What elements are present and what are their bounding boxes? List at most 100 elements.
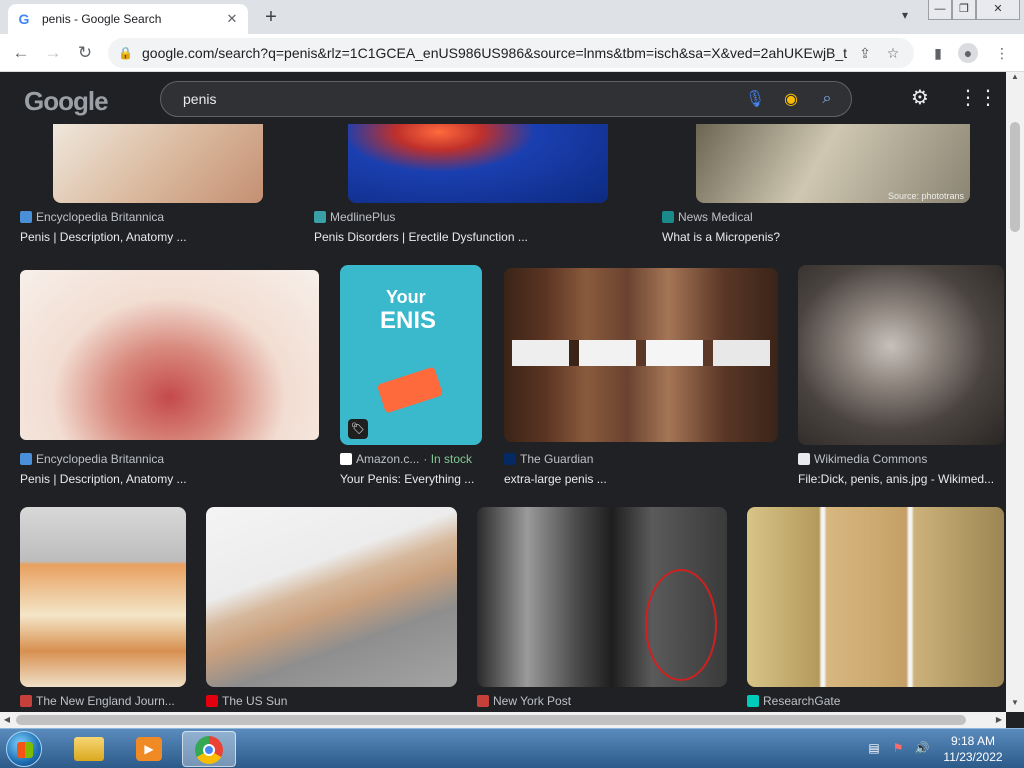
image-result[interactable]: Wikimedia Commons File:Dick, penis, anis… [798, 265, 1004, 491]
researchgate-icon [747, 695, 759, 707]
horizontal-scrollbar[interactable]: ◀ ▶ [0, 712, 1006, 728]
scroll-left-arrow-icon[interactable]: ◀ [0, 712, 14, 728]
britannica-icon [20, 211, 32, 223]
image-result[interactable]: The Guardian extra-large penis ... [504, 268, 780, 494]
result-caption[interactable]: File:Dick, penis, anis.jpg - Wikimed... [798, 472, 1000, 486]
guardian-icon [504, 453, 516, 465]
chrome-menu-icon[interactable]: ⋮ [992, 43, 1012, 63]
result-image[interactable] [504, 268, 778, 442]
close-window-icon[interactable]: ✕ [976, 0, 1020, 20]
vertical-scrollbar[interactable]: ▲ ▼ [1006, 72, 1024, 712]
media-player-icon: ▶ [136, 737, 162, 761]
search-icon[interactable]: ⌕ [813, 90, 841, 108]
scroll-up-arrow-icon[interactable]: ▲ [1006, 72, 1024, 86]
image-result[interactable]: New York Post [477, 507, 729, 712]
horizontal-scroll-thumb[interactable] [16, 715, 966, 725]
taskbar-chrome[interactable] [182, 731, 236, 767]
volume-icon[interactable]: 🔊 [914, 741, 930, 757]
google-favicon-icon: G [18, 11, 30, 27]
google-doodle-logo[interactable]: Google [24, 86, 109, 117]
address-bar[interactable]: 🔒 google.com/search?q=penis&rlz=1C1GCEA_… [108, 38, 914, 68]
new-tab-icon[interactable]: + [260, 6, 282, 28]
action-center-flag-icon[interactable]: ⚑ [890, 741, 906, 757]
us-sun-icon [206, 695, 218, 707]
clock-date: 11/23/2022 [943, 750, 1003, 764]
minimize-icon[interactable]: — [928, 0, 952, 20]
image-result[interactable]: MedlinePlus Penis Disorders | Erectile D… [314, 124, 644, 244]
image-result[interactable]: Encyclopedia Britannica Penis | Descript… [20, 124, 320, 244]
tab-strip: G penis - Google Search ✕ + ▾ — ❐ ✕ [0, 0, 1024, 34]
result-caption[interactable]: Penis | Description, Anatomy ... [20, 472, 310, 486]
share-icon[interactable]: ⇪ [854, 45, 876, 62]
google-header: Google 🎙 ◉ ⌕ ⚙ ⋮⋮⋮ [0, 72, 1018, 124]
in-stock-label: · In stock [423, 452, 473, 466]
windows-taskbar: ▶ ▤ ⚑ 🔊 9:18 AM 11/23/2022 [0, 728, 1024, 768]
close-tab-icon[interactable]: ✕ [224, 11, 240, 27]
medlineplus-icon [314, 211, 326, 223]
apps-grid-icon[interactable]: ⋮⋮⋮ [958, 86, 1018, 110]
network-icon[interactable]: ▤ [866, 741, 882, 757]
result-caption[interactable]: Penis Disorders | Erectile Dysfunction .… [314, 230, 634, 244]
browser-toolbar: ← → ↻ 🔒 google.com/search?q=penis&rlz=1C… [0, 34, 1024, 72]
xray-circle-annotation [645, 569, 717, 681]
bookmark-star-icon[interactable]: ☆ [882, 45, 904, 62]
search-box[interactable]: 🎙 ◉ ⌕ [160, 81, 852, 117]
result-caption[interactable]: Penis | Description, Anatomy ... [20, 230, 300, 244]
nypost-icon [477, 695, 489, 707]
book-title-line-1: Your [386, 287, 426, 307]
underwear-band [512, 340, 770, 366]
folder-icon [74, 737, 104, 761]
result-image[interactable] [53, 124, 263, 203]
system-clock[interactable]: 9:18 AM 11/23/2022 [934, 733, 1012, 765]
book-illustration [376, 366, 444, 414]
windows-logo-icon [17, 742, 33, 758]
price-tag-icon: 🏷 [348, 419, 368, 439]
result-caption[interactable]: Your Penis: Everything ... [340, 472, 480, 486]
taskbar-media-player[interactable]: ▶ [122, 731, 176, 767]
start-button[interactable] [6, 731, 42, 767]
image-result[interactable]: ResearchGate [747, 507, 1005, 712]
clock-time: 9:18 AM [950, 734, 996, 748]
result-caption[interactable]: extra-large penis ... [504, 472, 774, 486]
nejm-icon [20, 695, 32, 707]
image-results-grid: Encyclopedia Britannica Penis | Descript… [0, 124, 1006, 712]
result-caption[interactable]: What is a Micropenis? [662, 230, 982, 244]
url-text[interactable]: google.com/search?q=penis&rlz=1C1GCEA_en… [142, 45, 848, 61]
scroll-right-arrow-icon[interactable]: ▶ [992, 712, 1006, 728]
browser-tab[interactable]: G penis - Google Search ✕ [8, 4, 248, 34]
image-result[interactable]: Encyclopedia Britannica Penis | Descript… [20, 270, 320, 496]
lock-icon: 🔒 [118, 46, 133, 60]
settings-gear-icon[interactable]: ⚙ [908, 86, 932, 110]
image-result[interactable]: Your ENIS 🏷 Amazon.c... · In stock Your P… [340, 265, 490, 491]
scroll-down-arrow-icon[interactable]: ▼ [1006, 698, 1024, 712]
news-medical-icon [662, 211, 674, 223]
taskbar-explorer[interactable] [62, 731, 116, 767]
chrome-icon [195, 736, 223, 764]
result-image[interactable] [798, 265, 1004, 445]
result-image[interactable]: Source: phototrans [696, 124, 970, 203]
reload-icon[interactable]: ↻ [74, 42, 96, 64]
result-image[interactable] [477, 507, 727, 687]
restore-icon[interactable]: ❐ [952, 0, 976, 20]
result-image[interactable] [348, 124, 608, 203]
image-result[interactable]: The US Sun [206, 507, 462, 712]
result-image[interactable] [206, 507, 457, 687]
back-arrow-icon[interactable]: ← [10, 42, 32, 64]
result-image[interactable] [747, 507, 1004, 687]
forward-arrow-icon[interactable]: → [42, 42, 64, 64]
microphone-icon[interactable]: 🎙 [741, 89, 769, 109]
image-result[interactable]: The New England Journ... [20, 507, 190, 712]
tab-search-chevron-icon[interactable]: ▾ [896, 8, 914, 26]
result-image[interactable] [20, 507, 186, 687]
book-title-line-2: ENIS [380, 307, 437, 334]
vertical-scroll-thumb[interactable] [1010, 122, 1020, 232]
search-input[interactable] [181, 90, 733, 108]
wikimedia-icon [798, 453, 810, 465]
camera-lens-icon[interactable]: ◉ [777, 89, 805, 109]
result-image[interactable]: Your ENIS 🏷 [340, 265, 482, 445]
image-result[interactable]: Source: phototrans News Medical What is … [662, 124, 992, 244]
profile-avatar-icon[interactable]: ● [958, 43, 978, 63]
britannica-icon [20, 453, 32, 465]
result-image[interactable] [20, 270, 319, 440]
side-panel-icon[interactable]: ▮ [928, 43, 948, 63]
